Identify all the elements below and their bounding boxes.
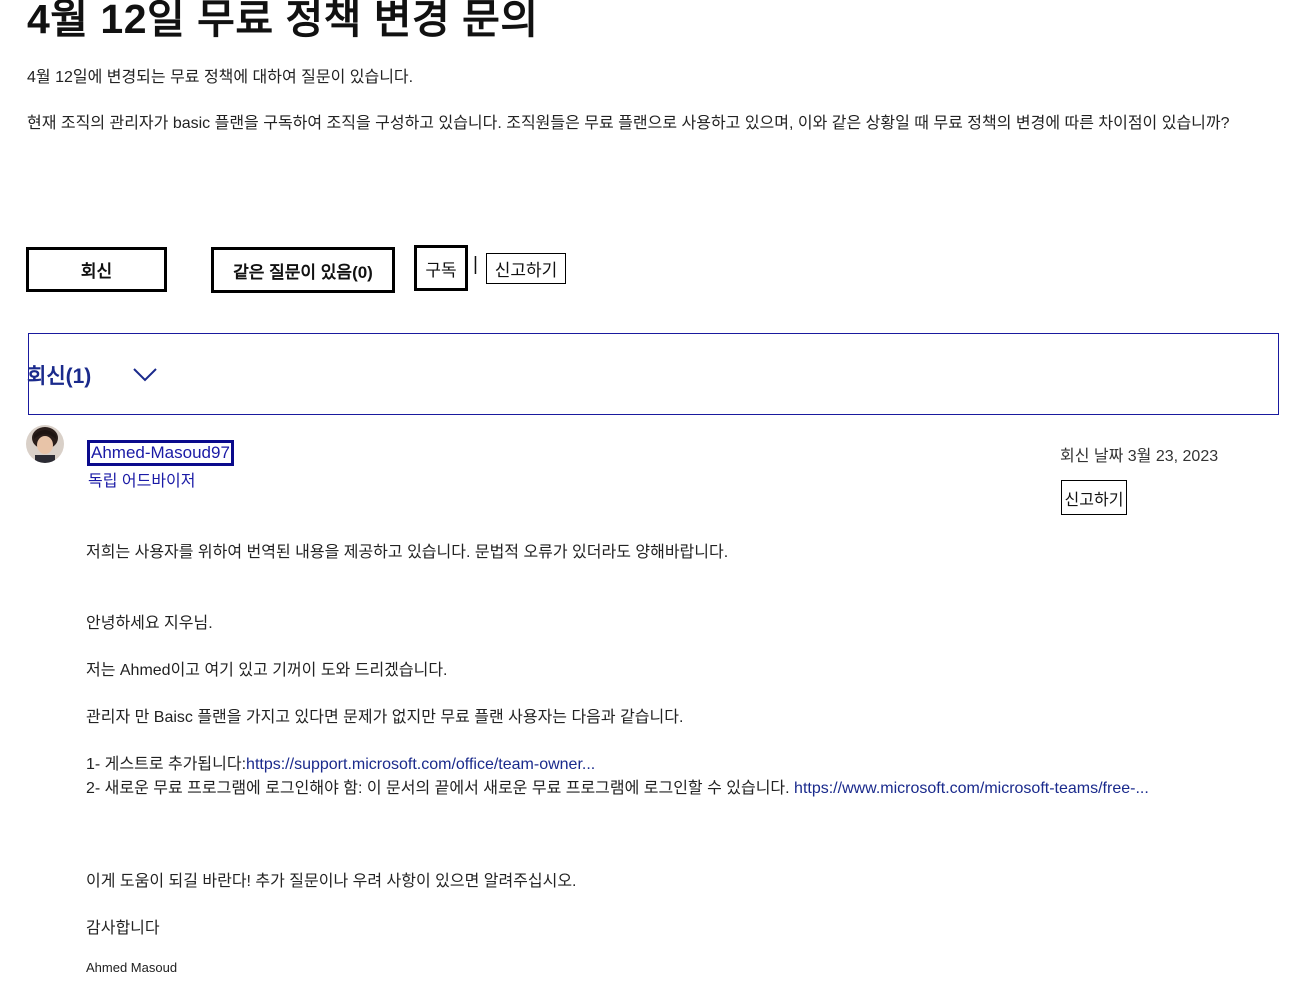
- list-item-2-text: 2- 새로운 무료 프로그램에 로그인해야 함: 이 문서의 끝에서 새로운 무…: [86, 780, 795, 797]
- reply-button[interactable]: 회신: [26, 247, 167, 292]
- reply-signature: Ahmed Masoud: [86, 960, 178, 975]
- reply-greeting: 안녕하세요 지우님.: [86, 615, 213, 632]
- reply-list-item-2: 2- 새로운 무료 프로그램에 로그인해야 함: 이 문서의 끝에서 새로운 무…: [86, 777, 1236, 801]
- action-separator: |: [473, 254, 478, 275]
- reply-thanks: 감사합니다: [86, 920, 160, 937]
- report-button[interactable]: 신고하기: [486, 253, 566, 284]
- replies-toggle-panel[interactable]: [28, 333, 1279, 415]
- author-role: 독립 어드바이저: [88, 473, 196, 490]
- avatar-image: [26, 425, 64, 463]
- reply-basic-note: 관리자 만 Baisc 플랜을 가지고 있다면 문제가 없지만 무료 플랜 사용…: [86, 709, 684, 726]
- subscribe-button[interactable]: 구독: [414, 245, 468, 291]
- question-title: 4월 12일 무료 정책 변경 문의: [27, 0, 539, 42]
- same-question-button[interactable]: 같은 질문이 있음(0): [211, 247, 395, 293]
- reply-intro: 저는 Ahmed이고 여기 있고 기꺼이 도와 드리겠습니다.: [86, 662, 448, 679]
- translation-disclaimer: 저희는 사용자를 위하여 번역된 내용을 제공하고 있습니다. 문법적 오류가 …: [86, 544, 729, 561]
- chevron-down-icon[interactable]: [131, 363, 159, 385]
- guest-doc-link[interactable]: https://support.microsoft.com/office/tea…: [246, 756, 595, 773]
- reply-date: 회신 날짜 3월 23, 2023: [1060, 448, 1219, 465]
- reply-report-button[interactable]: 신고하기: [1061, 480, 1127, 515]
- reply-list-item-1: 1- 게스트로 추가됩니다:https://support.microsoft.…: [86, 753, 595, 777]
- question-body-paragraph: 현재 조직의 관리자가 basic 플랜을 구독하여 조직을 구성하고 있습니다…: [27, 115, 1230, 132]
- teams-free-link[interactable]: https://www.microsoft.com/microsoft-team…: [794, 780, 1149, 797]
- list-item-1-text: 1- 게스트로 추가됩니다:: [86, 756, 247, 773]
- author-name-link[interactable]: Ahmed-Masoud97: [87, 440, 234, 466]
- replies-heading[interactable]: 회신(1): [27, 360, 91, 390]
- author-avatar[interactable]: [26, 425, 64, 463]
- reply-closing: 이게 도움이 되길 바란다! 추가 질문이나 우려 사항이 있으면 알려주십시오…: [86, 873, 577, 890]
- question-body-line: 4월 12일에 변경되는 무료 정책에 대하여 질문이 있습니다.: [27, 69, 414, 86]
